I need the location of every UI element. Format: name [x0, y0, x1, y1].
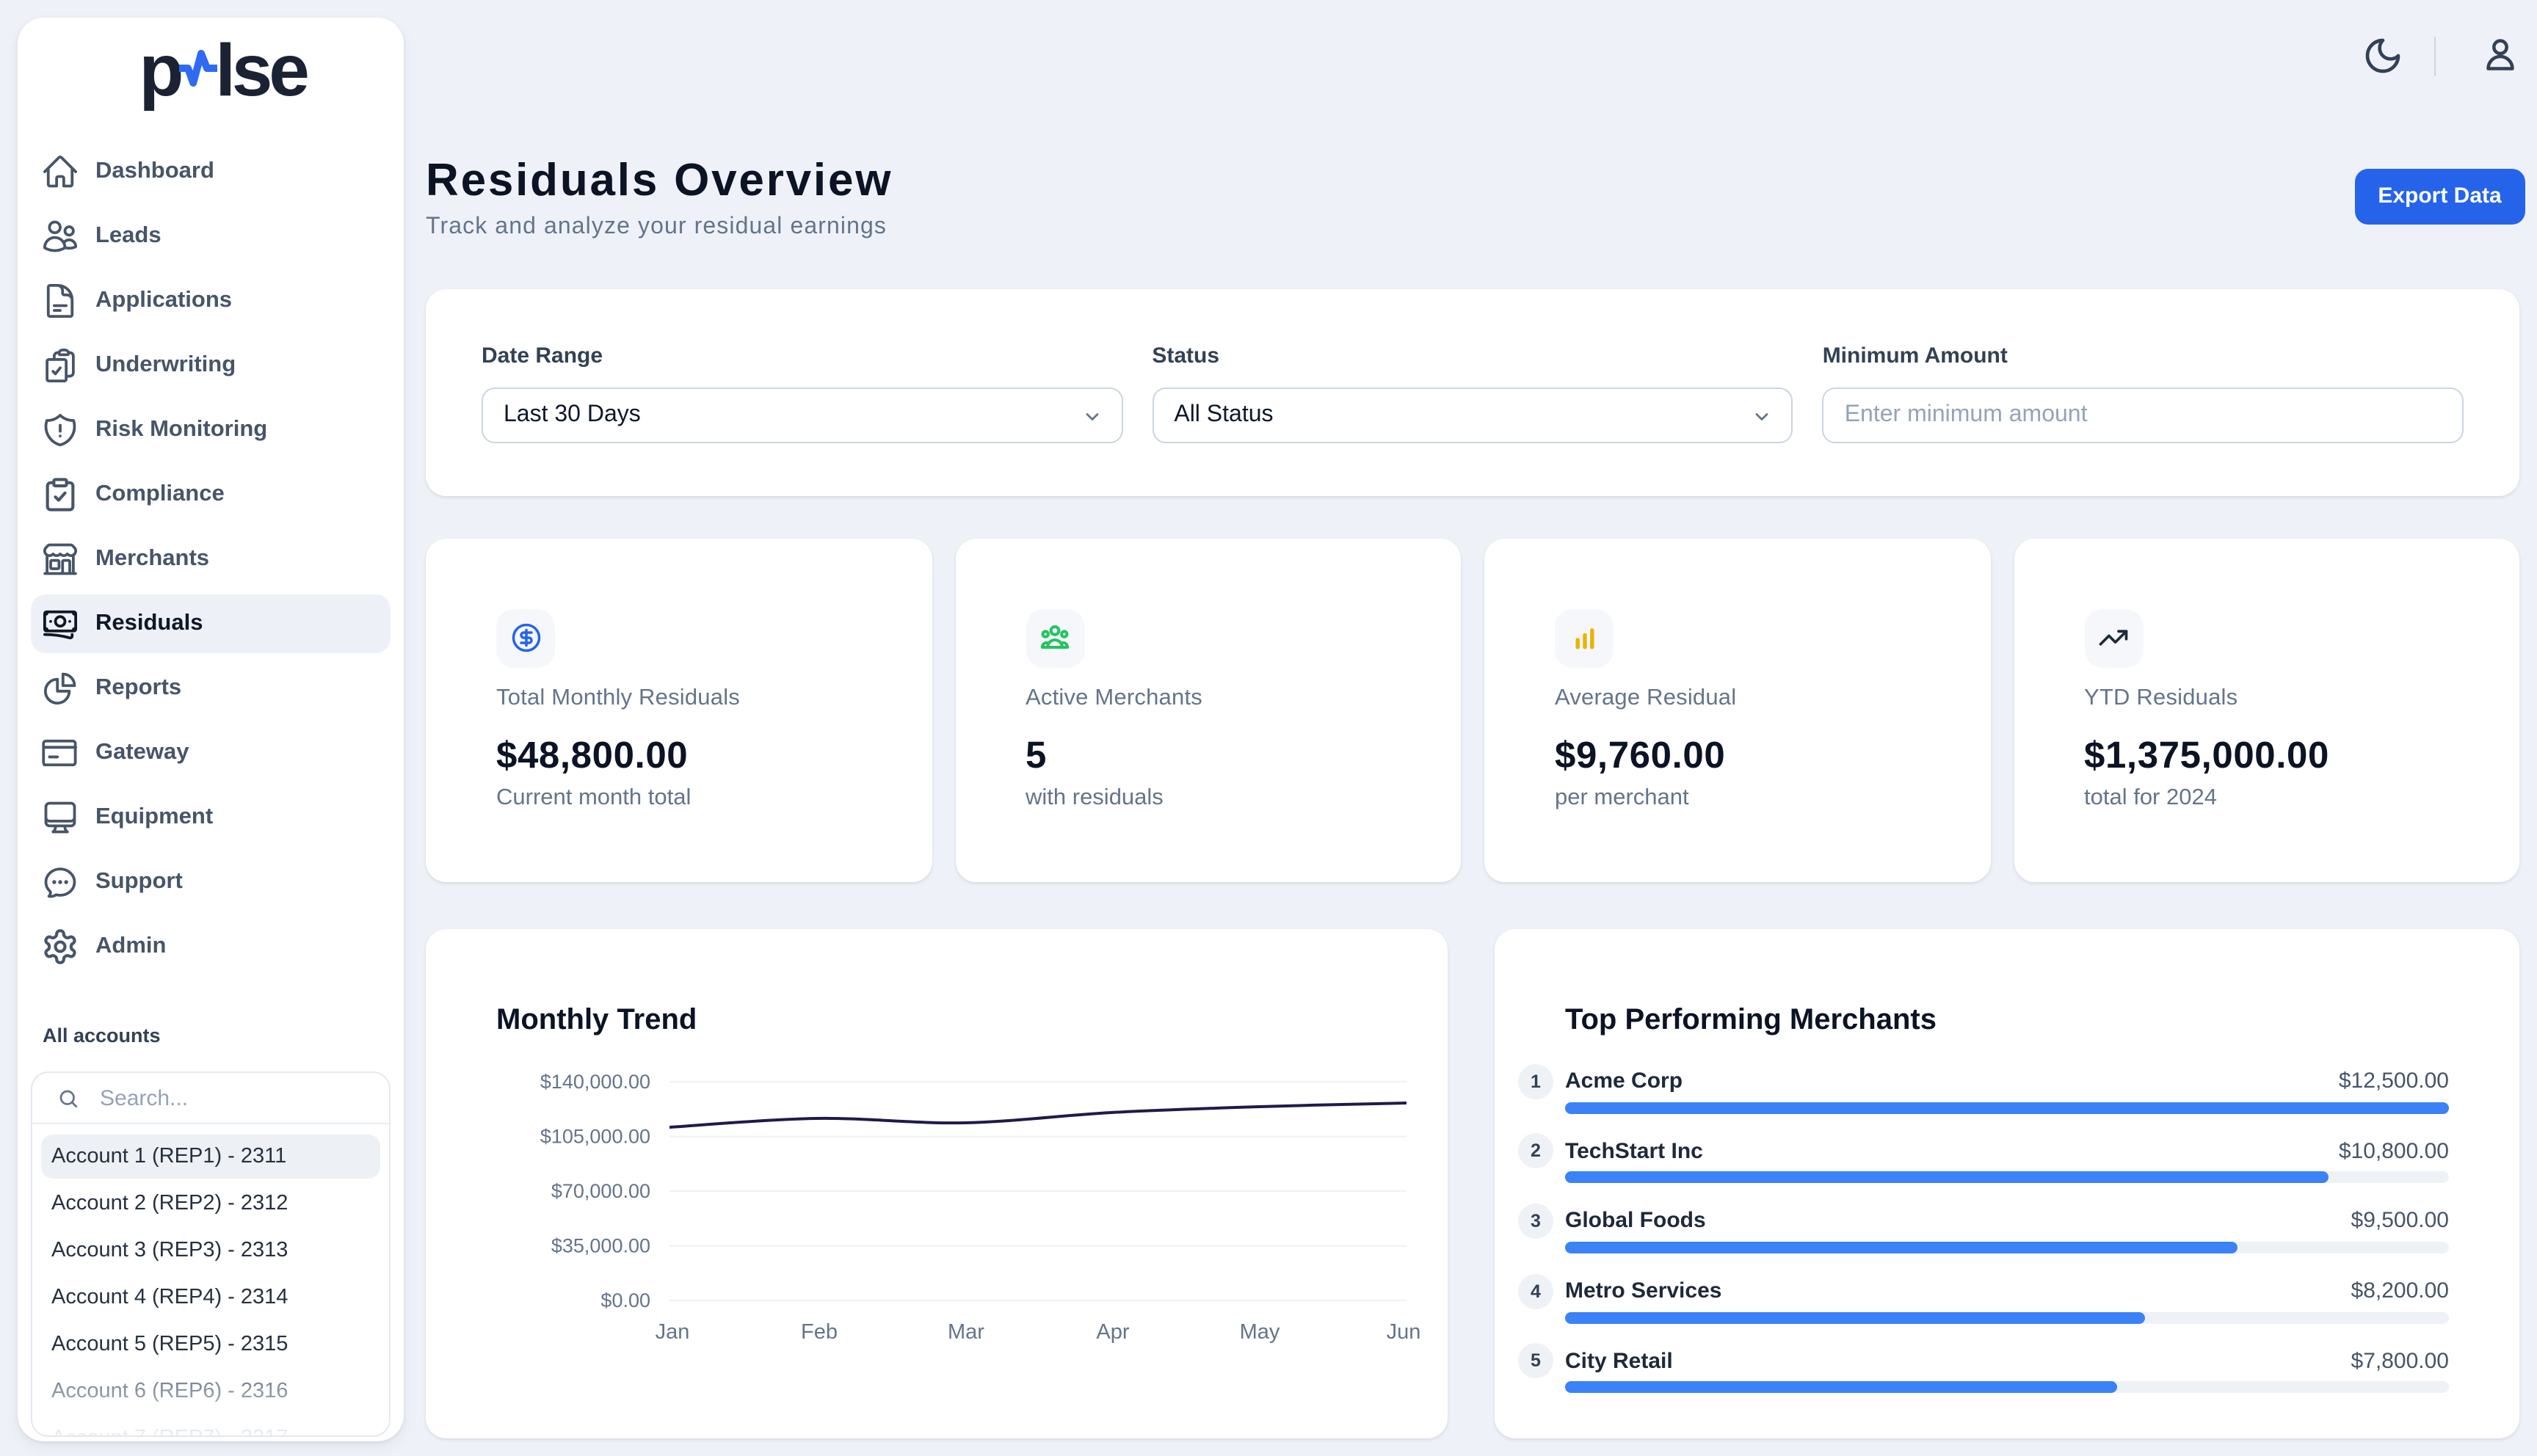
svg-text:$0.00: $0.00 — [600, 1289, 650, 1311]
svg-text:$35,000.00: $35,000.00 — [551, 1235, 650, 1257]
svg-text:$70,000.00: $70,000.00 — [551, 1180, 650, 1202]
svg-text:May: May — [1240, 1320, 1280, 1344]
svg-text:$140,000.00: $140,000.00 — [540, 1071, 650, 1093]
svg-text:Jun: Jun — [1387, 1320, 1421, 1344]
svg-text:Feb: Feb — [801, 1320, 838, 1344]
svg-text:$105,000.00: $105,000.00 — [540, 1126, 650, 1148]
svg-text:Apr: Apr — [1096, 1320, 1129, 1344]
svg-text:Jan: Jan — [656, 1320, 690, 1344]
svg-text:Mar: Mar — [948, 1320, 984, 1344]
